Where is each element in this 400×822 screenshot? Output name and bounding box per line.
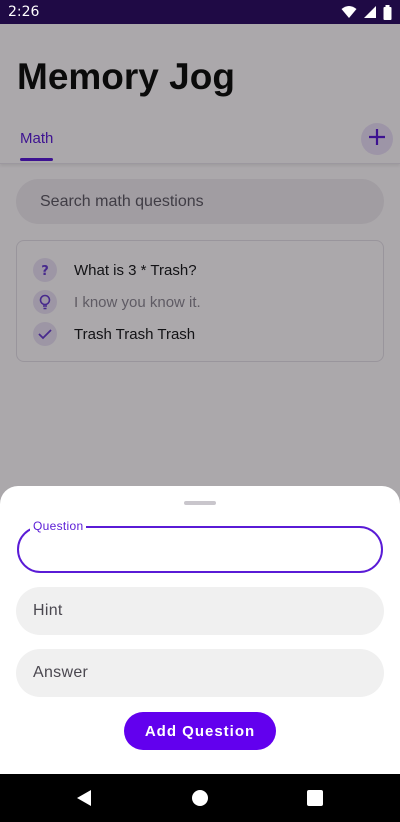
question-field-label: Question xyxy=(30,519,87,533)
hint-input[interactable] xyxy=(16,587,384,635)
answer-input[interactable] xyxy=(16,649,384,697)
answer-field[interactable] xyxy=(16,649,384,697)
question-field[interactable] xyxy=(17,526,383,573)
battery-icon xyxy=(383,4,392,20)
recents-icon[interactable] xyxy=(307,790,323,811)
home-icon[interactable] xyxy=(192,790,208,811)
back-icon[interactable] xyxy=(76,789,92,812)
hint-field[interactable] xyxy=(16,587,384,635)
status-time: 2:26 xyxy=(8,4,40,20)
drag-handle[interactable] xyxy=(184,501,216,505)
add-question-sheet: Question Add Question xyxy=(0,486,400,774)
question-input[interactable] xyxy=(19,528,381,571)
status-icons xyxy=(341,4,392,20)
signal-icon xyxy=(363,5,377,19)
status-bar: 2:26 xyxy=(0,0,400,24)
system-nav-bar xyxy=(0,774,400,822)
add-question-button[interactable]: Add Question xyxy=(124,712,276,750)
wifi-icon xyxy=(341,5,357,19)
